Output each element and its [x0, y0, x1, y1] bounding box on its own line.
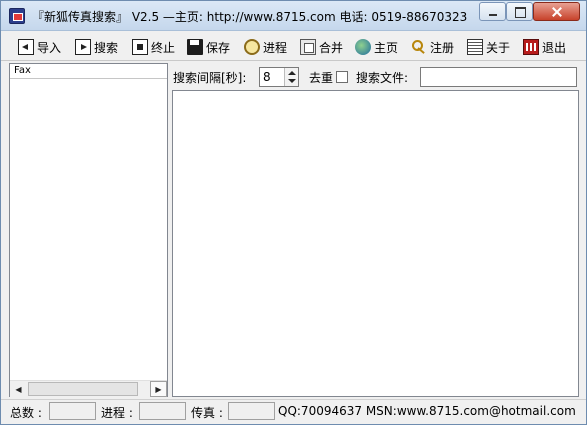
save-label: 保存 [206, 40, 231, 55]
search-file-label: 搜索文件: [356, 71, 409, 85]
fax-count-label: 传真 : [191, 406, 223, 420]
app-window: 『新狐传真搜索』 V2.5 —主页: http://www.8715.com 电… [0, 0, 587, 425]
minimize-button[interactable] [479, 2, 506, 21]
play-icon [75, 39, 91, 55]
homepage-button[interactable]: 主页 [355, 36, 398, 58]
progress-status-label: 进程 : [101, 406, 133, 420]
scroll-right-button[interactable]: ▶ [150, 381, 167, 397]
key-icon [411, 39, 427, 55]
search-options-row: 搜索间隔[秒]: 8 去重 搜索文件: [171, 65, 581, 89]
spinner-buttons[interactable] [284, 68, 298, 86]
import-label: 导入 [37, 40, 62, 55]
progress-button[interactable]: 进程 [244, 36, 287, 58]
exit-label: 退出 [542, 40, 567, 55]
status-bar: 总数 : 进程 : 传真 : QQ:70094637 MSN:www.8715.… [1, 399, 586, 424]
progress-value [139, 402, 186, 420]
about-label: 关于 [486, 40, 511, 55]
about-icon [467, 39, 483, 55]
interval-value[interactable]: 8 [263, 70, 271, 84]
homepage-label: 主页 [374, 40, 399, 55]
about-button[interactable]: 关于 [467, 36, 510, 58]
stop-button[interactable]: 终止 [132, 36, 175, 58]
spin-down-icon[interactable] [288, 79, 296, 83]
title-bar: 『新狐传真搜索』 V2.5 —主页: http://www.8715.com 电… [1, 1, 586, 31]
interval-label: 搜索间隔[秒]: [173, 71, 247, 85]
stop-icon [132, 39, 148, 55]
dedupe-checkbox[interactable] [336, 71, 348, 83]
register-label: 注册 [430, 40, 455, 55]
scroll-left-button[interactable]: ◀ [10, 381, 27, 397]
fax-count-value [228, 402, 275, 420]
exit-button[interactable]: 退出 [523, 36, 566, 58]
search-button[interactable]: 搜索 [75, 36, 118, 58]
merge-icon [300, 39, 316, 55]
merge-label: 合并 [319, 40, 344, 55]
maximize-button[interactable] [506, 2, 533, 21]
exit-icon [523, 39, 539, 55]
total-label: 总数 : [10, 406, 42, 420]
toolbar: 导入 搜索 终止 保存 进程 合并 主页 注册 关于 退出 [1, 32, 586, 61]
globe-icon [355, 39, 371, 55]
merge-button[interactable]: 合并 [300, 36, 343, 58]
progress-icon [244, 39, 260, 55]
close-button[interactable] [533, 2, 580, 21]
fax-list[interactable]: Fax ◀ ▶ [9, 63, 168, 397]
horizontal-scrollbar[interactable]: ◀ ▶ [10, 380, 167, 397]
progress-label: 进程 [263, 40, 288, 55]
app-icon [9, 8, 25, 24]
import-button[interactable]: 导入 [18, 36, 61, 58]
window-title: 『新狐传真搜索』 V2.5 —主页: http://www.8715.com 电… [32, 10, 468, 24]
search-file-input[interactable] [420, 67, 577, 87]
total-value [49, 402, 96, 420]
result-area[interactable] [172, 90, 579, 397]
save-button[interactable]: 保存 [187, 36, 230, 58]
register-button[interactable]: 注册 [411, 36, 454, 58]
interval-spinner[interactable]: 8 [259, 67, 299, 87]
save-icon [187, 39, 203, 55]
stop-label: 终止 [151, 40, 176, 55]
search-label: 搜索 [94, 40, 119, 55]
fax-column-header[interactable]: Fax [10, 64, 167, 79]
dedupe-label: 去重 [309, 71, 334, 85]
scroll-thumb[interactable] [28, 382, 138, 396]
spin-up-icon[interactable] [288, 71, 296, 75]
import-icon [18, 39, 34, 55]
contact-info: QQ:70094637 MSN:www.8715.com@hotmail.com [278, 404, 576, 418]
